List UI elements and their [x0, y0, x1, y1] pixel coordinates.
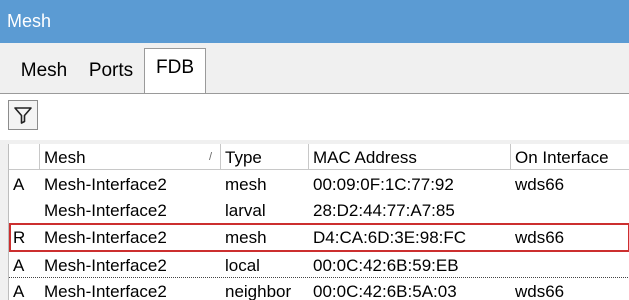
- row-mesh: Mesh-Interface2: [44, 175, 167, 194]
- row-type: local: [225, 256, 260, 275]
- row-mac: 00:0C:42:6B:5A:03: [313, 282, 457, 300]
- table-header: Mesh / Type MAC Address On Interface: [9, 144, 629, 170]
- row-type: mesh: [225, 228, 267, 247]
- row-interface: [511, 197, 629, 223]
- toolbar: [0, 94, 629, 140]
- row-mesh: Mesh-Interface2: [44, 201, 167, 220]
- mesh-window: Mesh Mesh Ports FDB Mesh / Type MAC Addr…: [0, 0, 629, 300]
- col-interface-header[interactable]: On Interface: [511, 144, 629, 170]
- filter-icon: [14, 107, 32, 124]
- tab-mesh[interactable]: Mesh: [14, 52, 74, 90]
- row-mesh: Mesh-Interface2: [44, 256, 167, 275]
- tab-ports[interactable]: Ports: [80, 52, 142, 90]
- table-row[interactable]: A Mesh-Interface2 neighbor 00:0C:42:6B:5…: [9, 278, 629, 300]
- col-type-header[interactable]: Type: [221, 144, 309, 170]
- row-mac: D4:CA:6D:3E:98:FC: [313, 228, 467, 247]
- row-mac: 28:D2:44:77:A7:85: [313, 201, 455, 220]
- tab-fdb[interactable]: FDB: [144, 48, 206, 94]
- col-flag-header[interactable]: [9, 144, 40, 170]
- row-flag: A: [13, 175, 25, 194]
- table-row[interactable]: Mesh-Interface2 larval 28:D2:44:77:A7:85: [9, 197, 629, 223]
- row-type: larval: [225, 201, 266, 220]
- table-row-selected[interactable]: R Mesh-Interface2 mesh D4:CA:6D:3E:98:FC…: [9, 223, 629, 252]
- row-type: neighbor: [225, 282, 292, 300]
- row-flag: [9, 197, 40, 223]
- row-interface: wds66: [515, 228, 565, 247]
- row-flag: A: [13, 282, 25, 300]
- row-mesh: Mesh-Interface2: [44, 282, 167, 300]
- col-mac-header[interactable]: MAC Address: [309, 144, 511, 170]
- sort-indicator-icon: /: [208, 151, 212, 163]
- row-interface: wds66: [515, 282, 565, 300]
- table-row[interactable]: A Mesh-Interface2 mesh 00:09:0F:1C:77:92…: [9, 171, 629, 197]
- row-mac: 00:0C:42:6B:59:EB: [313, 256, 459, 275]
- fdb-table: Mesh / Type MAC Address On Interface A M…: [8, 144, 629, 300]
- row-interface: [511, 252, 629, 278]
- table-row[interactable]: A Mesh-Interface2 local 00:0C:42:6B:59:E…: [9, 252, 629, 278]
- row-flag: R: [13, 228, 26, 247]
- filter-button[interactable]: [8, 100, 38, 130]
- row-type: mesh: [225, 175, 267, 194]
- window-title: Mesh: [0, 0, 629, 43]
- row-mac: 00:09:0F:1C:77:92: [313, 175, 454, 194]
- row-interface: wds66: [515, 175, 565, 194]
- row-flag: A: [13, 256, 25, 275]
- row-mesh: Mesh-Interface2: [44, 228, 167, 247]
- col-mesh-label: Mesh: [44, 148, 86, 167]
- col-mesh-header[interactable]: Mesh /: [40, 144, 221, 170]
